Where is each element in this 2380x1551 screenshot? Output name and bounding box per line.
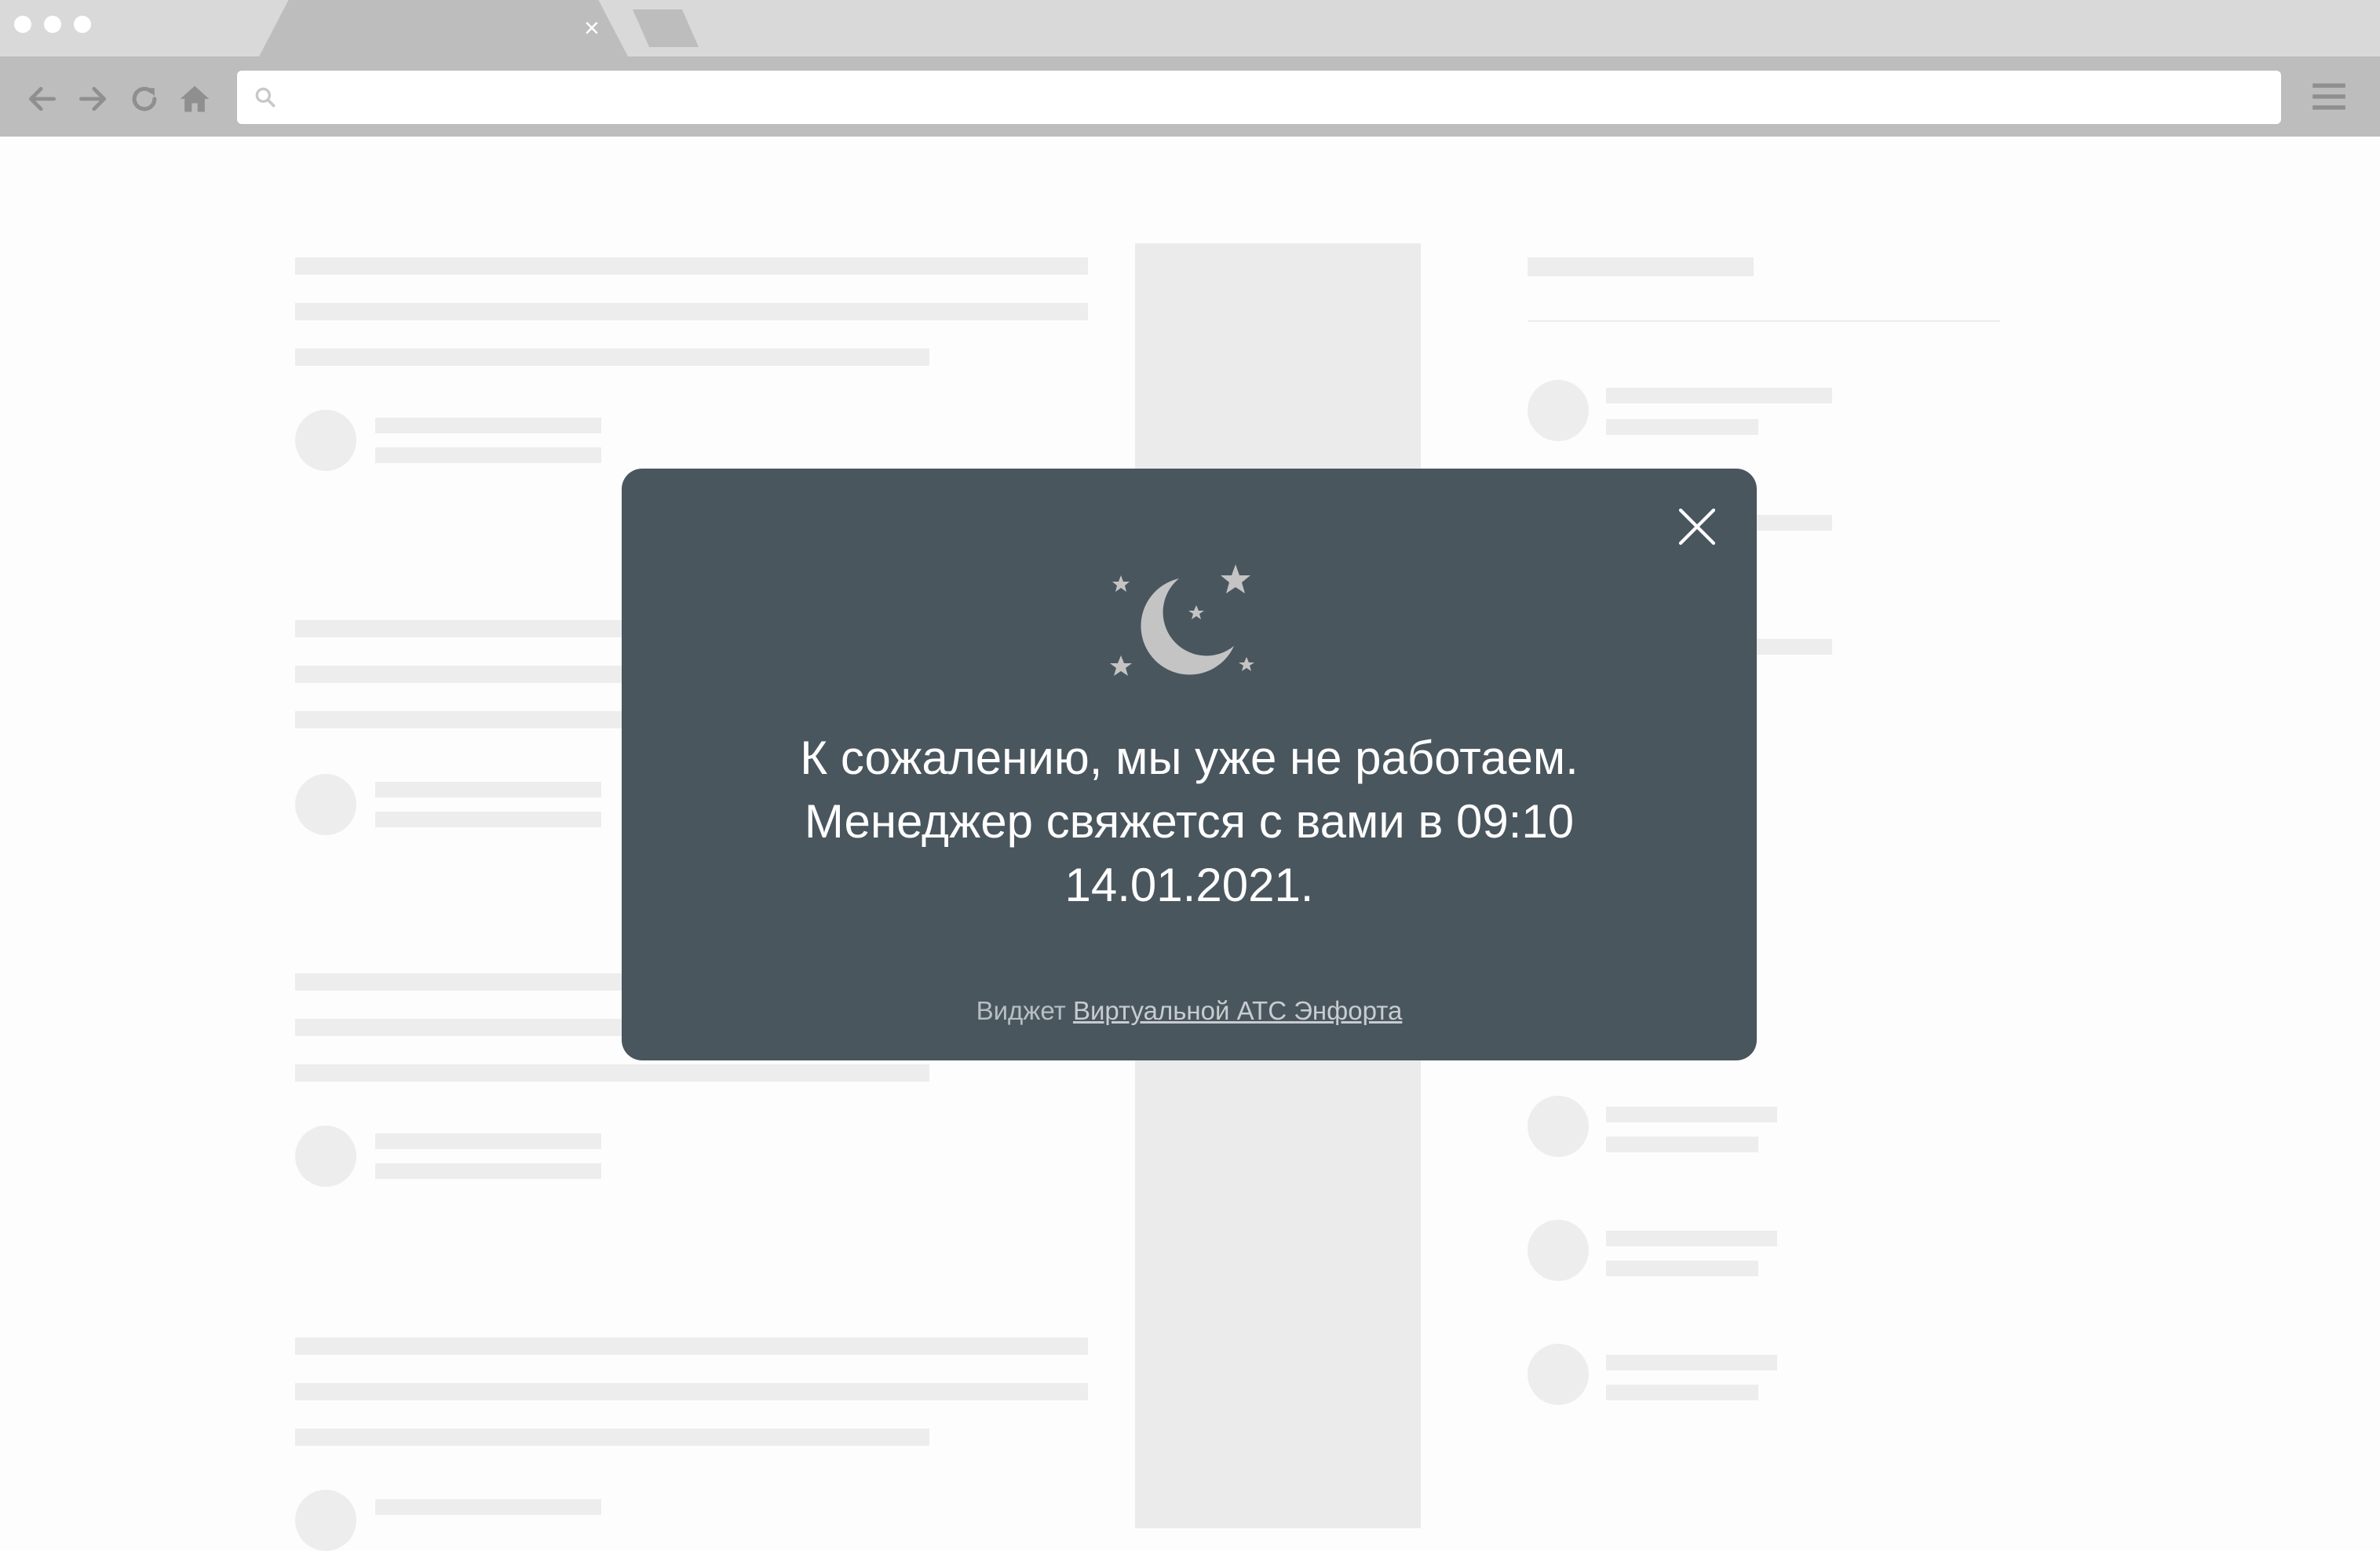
address-input[interactable] <box>292 71 2258 126</box>
skeleton-line <box>1606 419 1758 435</box>
close-icon[interactable] <box>1675 505 1719 549</box>
skeleton-divider <box>1528 320 2000 322</box>
hamburger-menu-icon[interactable] <box>2309 77 2349 116</box>
offline-modal: К сожалению, мы уже не работаем. Менедже… <box>622 469 1757 1060</box>
search-icon <box>255 87 276 108</box>
skeleton-line <box>295 257 1088 275</box>
home-button[interactable] <box>177 80 212 118</box>
skeleton-line <box>375 1133 601 1149</box>
skeleton-line <box>1528 257 1754 276</box>
active-tab[interactable] <box>259 0 628 57</box>
skeleton-avatar <box>295 1490 356 1551</box>
skeleton-line <box>295 1383 1088 1400</box>
skeleton-line <box>375 447 601 463</box>
reload-icon <box>132 86 157 111</box>
window-controls <box>14 16 91 33</box>
arrow-right-icon <box>78 86 107 111</box>
skeleton-avatar <box>295 410 356 471</box>
skeleton-block <box>1135 1060 1421 1372</box>
skeleton-line <box>375 1499 601 1515</box>
message-line-3: 14.01.2021. <box>1064 859 1314 911</box>
skeleton-avatar <box>1528 1220 1589 1281</box>
skeleton-line <box>295 349 929 366</box>
home-icon <box>180 86 210 112</box>
moon-stars-icon <box>1110 564 1254 676</box>
window-maximize-dot[interactable] <box>74 16 91 33</box>
skeleton-line <box>295 303 1088 320</box>
skeleton-line <box>1606 1107 1777 1122</box>
skeleton-line <box>1606 1385 1758 1400</box>
skeleton-block <box>1135 1327 1421 1528</box>
tab-strip: × <box>0 0 2380 57</box>
skeleton-line <box>1606 388 1832 403</box>
skeleton-avatar <box>1528 1344 1589 1405</box>
window-minimize-dot[interactable] <box>44 16 61 33</box>
skeleton-line <box>1606 1355 1777 1370</box>
message-line-2: Менеджер свяжется с вами в 09:10 <box>804 795 1575 848</box>
address-bar[interactable] <box>237 71 2281 126</box>
skeleton-avatar <box>1528 380 1589 441</box>
skeleton-line <box>375 812 601 827</box>
offline-message: К сожалению, мы уже не работаем. Менедже… <box>700 726 1678 917</box>
skeleton-line <box>1606 1137 1758 1152</box>
tab-close-icon[interactable]: × <box>584 13 600 44</box>
back-button[interactable] <box>25 80 60 118</box>
skeleton-avatar <box>1528 1096 1589 1157</box>
message-line-1: К сожалению, мы уже не работаем. <box>800 732 1579 784</box>
forward-button[interactable] <box>75 80 110 118</box>
window-close-dot[interactable] <box>14 16 31 33</box>
skeleton-avatar <box>295 774 356 835</box>
reload-button[interactable] <box>127 80 162 118</box>
skeleton-line <box>375 1163 601 1179</box>
widget-credit-prefix: Виджет <box>976 996 1073 1025</box>
skeleton-line <box>295 1338 1088 1355</box>
skeleton-avatar <box>295 1126 356 1187</box>
new-tab-button[interactable] <box>633 9 699 47</box>
browser-toolbar <box>0 57 2380 137</box>
widget-credit-link[interactable]: Виртуальной АТС Энфорта <box>1073 996 1402 1025</box>
arrow-left-icon <box>28 86 57 111</box>
skeleton-line <box>1606 1231 1777 1246</box>
skeleton-line <box>295 1064 929 1082</box>
skeleton-line <box>375 418 601 433</box>
skeleton-line <box>295 1429 929 1446</box>
skeleton-line <box>1606 1261 1758 1276</box>
skeleton-line <box>375 782 601 797</box>
widget-credit: Виджет Виртуальной АТС Энфорта <box>622 996 1757 1026</box>
